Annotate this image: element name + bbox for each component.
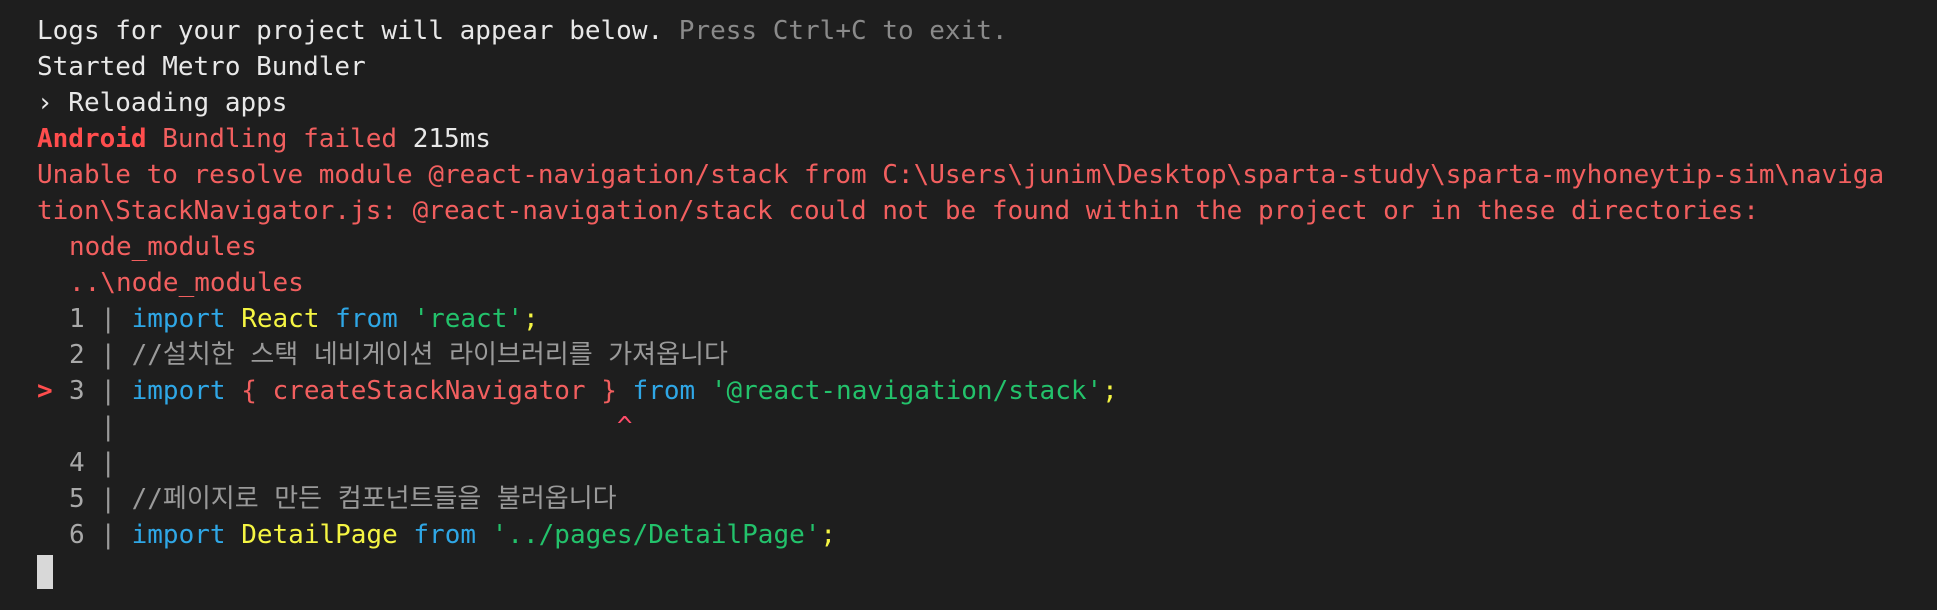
directory-line-1: node_modules (37, 229, 1937, 265)
error-text-2: tion\StackNavigator.js: @react-navigatio… (37, 196, 1759, 226)
code-line-3: >3 | import { createStackNavigator } fro… (37, 373, 1937, 409)
gutter-separator: | (100, 340, 116, 370)
string-literal: '@react-navigation/stack' (710, 376, 1103, 406)
string-literal: 'react' (413, 304, 523, 334)
semicolon: ; (523, 304, 539, 334)
error-line-1: Unable to resolve module @react-navigati… (37, 157, 1937, 193)
keyword-from: from (632, 376, 696, 406)
terminal-output: Logs for your project will appear below.… (37, 13, 1937, 589)
code-line-6: 6 | import DetailPage from '../pages/Det… (37, 517, 1937, 553)
identifier: DetailPage (241, 520, 398, 550)
code-comment: //페이지로 만든 컴포넌트들을 불러옵니다 (131, 484, 617, 514)
code-line-2: 2 | //설치한 스택 네비게이션 라이브러리를 가져옵니다 (37, 337, 1937, 373)
caret-line: | ^ (37, 409, 1937, 445)
prompt-line (37, 553, 1937, 589)
error-marker-icon: > (37, 376, 53, 406)
keyword-import: import (131, 304, 226, 334)
line-number: 5 (69, 484, 85, 514)
named-import: { createStackNavigator } (241, 376, 617, 406)
gutter-separator: | (100, 304, 116, 334)
bundling-message: Bundling failed (146, 124, 413, 154)
semicolon: ; (1102, 376, 1118, 406)
started-text: Started Metro Bundler (37, 52, 366, 82)
line-number: 6 (69, 520, 85, 550)
platform-label: Android (37, 124, 147, 154)
terminal-cursor[interactable] (37, 554, 53, 589)
reloading-line: › Reloading apps (37, 85, 1937, 121)
line-number: 4 (69, 448, 85, 478)
line-number: 3 (69, 376, 85, 406)
code-line-5: 5 | //페이지로 만든 컴포넌트들을 불러옵니다 (37, 481, 1937, 517)
started-line: Started Metro Bundler (37, 49, 1937, 85)
exit-hint: Press Ctrl+C to exit. (663, 16, 1008, 46)
gutter-separator: | (100, 448, 116, 478)
semicolon: ; (820, 520, 837, 550)
gutter-separator: | (100, 520, 116, 550)
error-line-2: tion\StackNavigator.js: @react-navigatio… (37, 193, 1937, 229)
directory-line-2: ..\node_modules (37, 265, 1937, 301)
line-number: 2 (69, 340, 85, 370)
bundling-line: Android Bundling failed 215ms (37, 121, 1937, 157)
keyword-import: import (131, 520, 226, 550)
bundling-duration: 215ms (412, 124, 491, 154)
log-header-line: Logs for your project will appear below.… (37, 13, 1937, 49)
code-line-1: 1 | import React from 'react'; (37, 301, 1937, 337)
identifier: React (241, 304, 320, 334)
keyword-from: from (413, 520, 477, 550)
error-text-1: Unable to resolve module @react-navigati… (37, 160, 1885, 190)
code-comment: //설치한 스택 네비게이션 라이브러리를 가져옵니다 (131, 340, 728, 370)
line-number: 1 (69, 304, 85, 334)
directory-node-modules: node_modules (69, 232, 257, 262)
reloading-text: › Reloading apps (37, 88, 288, 118)
error-caret-icon: ^ (616, 412, 633, 442)
log-header-text: Logs for your project will appear below. (37, 16, 664, 46)
keyword-import: import (131, 376, 226, 406)
directory-parent-node-modules: ..\node_modules (69, 268, 304, 298)
keyword-from: from (335, 304, 398, 334)
gutter-separator: | (100, 376, 116, 406)
code-line-4: 4 | (37, 445, 1937, 481)
gutter-separator: | (100, 484, 116, 514)
gutter-separator: | (100, 412, 116, 442)
string-literal: '../pages/DetailPage' (491, 520, 821, 550)
